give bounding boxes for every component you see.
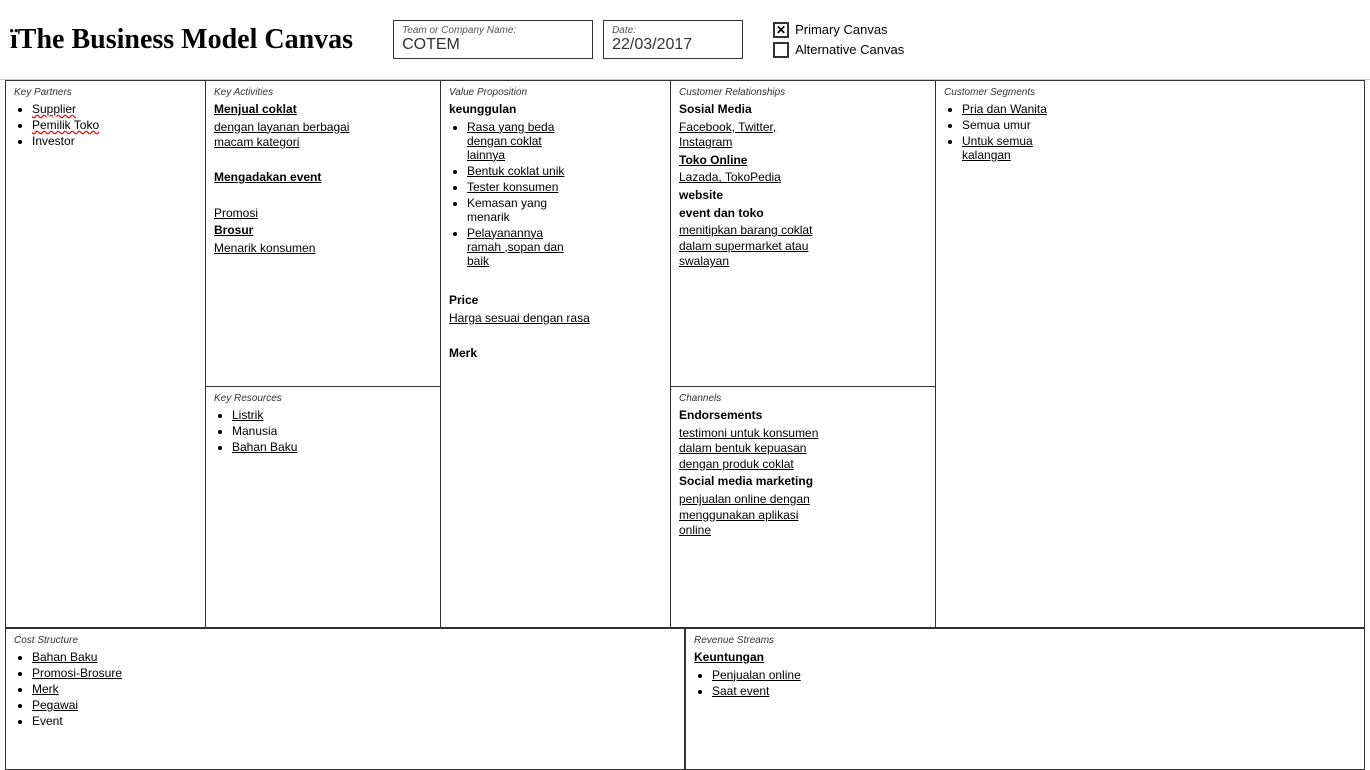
key-activities-resources-column: Key Activities Menjual coklat dengan lay… [206, 81, 441, 627]
list-item: Penjualan online [712, 668, 1356, 682]
list-item: Pegawai [32, 698, 676, 712]
cost-structure-cell: Cost Structure Bahan Baku Promosi-Brosur… [6, 629, 686, 769]
date-field[interactable]: Date: 22/03/2017 [603, 20, 743, 59]
rs-list: Penjualan online Saat event [694, 668, 1356, 698]
channels-line3: Social media marketing [679, 474, 927, 490]
channels-line2: testimoni untuk konsumendalam bentuk kep… [679, 426, 927, 473]
customer-relationships-cell: Customer Relationships Sosial Media Face… [671, 81, 935, 387]
header: ïThe Business Model Canvas Team or Compa… [0, 0, 1370, 80]
cr-header: Customer Relationships [679, 87, 927, 98]
value-proposition-header: Value Proposition [449, 87, 662, 98]
list-item: Pria dan Wanita [962, 102, 1356, 116]
cr-line7: menitipkan barang coklatdalam supermarke… [679, 223, 927, 270]
key-partners-cell: Key Partners Supplier Pemilik Toko Inves… [6, 81, 206, 627]
key-activities-line2: dengan layanan berbagaimacam kategori [214, 120, 432, 151]
list-item: Merk [32, 682, 676, 696]
vp-price: Price [449, 293, 662, 309]
vp-list: Rasa yang bedadengan coklatlainnya Bentu… [449, 120, 662, 268]
key-activities-spacer2 [214, 188, 432, 204]
list-item: Pemilik Toko [32, 118, 197, 132]
canvas-options: ✕ Primary Canvas Alternative Canvas [773, 22, 904, 58]
company-value: COTEM [402, 36, 584, 54]
customer-segments-cell: Customer Segments Pria dan Wanita Semua … [936, 81, 1364, 627]
key-activities-line3: Mengadakan event [214, 170, 432, 186]
cr-line4: Lazada, TokoPedia [679, 170, 927, 186]
key-resources-header: Key Resources [214, 393, 432, 404]
vp-spacer [449, 276, 662, 292]
primary-canvas-label: Primary Canvas [795, 22, 887, 37]
key-resources-list: Listrik Manusia Bahan Baku [214, 408, 432, 454]
revenue-streams-header: Revenue Streams [694, 635, 1356, 646]
list-item: Listrik [232, 408, 432, 422]
list-item: Pelayanannyaramah ,sopan danbaik [467, 226, 662, 268]
revenue-streams-cell: Revenue Streams Keuntungan Penjualan onl… [686, 629, 1364, 769]
alternative-canvas-checkbox[interactable] [773, 42, 789, 58]
key-activities-line6: Menarik konsumen [214, 241, 432, 257]
key-activities-cell: Key Activities Menjual coklat dengan lay… [206, 81, 440, 387]
date-label: Date: [612, 25, 734, 36]
cost-structure-header: Cost Structure [14, 635, 676, 646]
key-partners-header: Key Partners [14, 87, 197, 98]
key-activities-spacer1 [214, 153, 432, 169]
alternative-canvas-label: Alternative Canvas [795, 42, 904, 57]
app-title: ïThe Business Model Canvas [10, 24, 353, 56]
list-item: Saat event [712, 684, 1356, 698]
list-item: Untuk semuakalangan [962, 134, 1356, 162]
cr-line2: Facebook, Twitter,Instagram [679, 120, 927, 151]
key-partners-list: Supplier Pemilik Toko Investor [14, 102, 197, 148]
channels-line4: penjualan online denganmenggunakan aplik… [679, 492, 927, 539]
cr-line6: event dan toko [679, 206, 927, 222]
list-item: Tester konsumen [467, 180, 662, 194]
key-activities-header: Key Activities [214, 87, 432, 98]
value-proposition-cell: Value Proposition keunggulan Rasa yang b… [441, 81, 671, 627]
list-item: Bentuk coklat unik [467, 164, 662, 178]
list-item: Investor [32, 134, 197, 148]
cs-list: Pria dan Wanita Semua umur Untuk semuaka… [944, 102, 1356, 162]
key-activities-line5: Brosur [214, 223, 432, 239]
key-resources-cell: Key Resources Listrik Manusia Bahan Baku [206, 387, 440, 627]
canvas-bottom-row: Cost Structure Bahan Baku Promosi-Brosur… [6, 629, 1364, 769]
primary-canvas-checkbox[interactable]: ✕ [773, 22, 789, 38]
date-value: 22/03/2017 [612, 36, 734, 54]
list-item: Event [32, 714, 676, 728]
primary-canvas-option[interactable]: ✕ Primary Canvas [773, 22, 904, 38]
cr-line1: Sosial Media [679, 102, 927, 118]
vp-merk: Merk [449, 346, 662, 362]
list-item: Bahan Baku [232, 440, 432, 454]
company-field[interactable]: Team or Company Name: COTEM [393, 20, 593, 59]
rs-title: Keuntungan [694, 650, 1356, 666]
key-activities-line4: Promosi [214, 206, 432, 222]
canvas-top-row: Key Partners Supplier Pemilik Toko Inves… [6, 81, 1364, 629]
vp-price-desc: Harga sesuai dengan rasa [449, 311, 662, 327]
canvas-grid: Key Partners Supplier Pemilik Toko Inves… [5, 80, 1365, 770]
list-item: Bahan Baku [32, 650, 676, 664]
list-item: Semua umur [962, 118, 1356, 132]
list-item: Supplier [32, 102, 197, 116]
alternative-canvas-option[interactable]: Alternative Canvas [773, 42, 904, 58]
vp-spacer2 [449, 328, 662, 344]
channels-cell: Channels Endorsements testimoni untuk ko… [671, 387, 935, 627]
cost-structure-list: Bahan Baku Promosi-Brosure Merk Pegawai … [14, 650, 676, 728]
cr-channels-column: Customer Relationships Sosial Media Face… [671, 81, 936, 627]
list-item: Promosi-Brosure [32, 666, 676, 680]
channels-line1: Endorsements [679, 408, 927, 424]
key-activities-line1: Menjual coklat [214, 102, 432, 118]
list-item: Rasa yang bedadengan coklatlainnya [467, 120, 662, 162]
list-item: Kemasan yangmenarik [467, 196, 662, 224]
channels-header: Channels [679, 393, 927, 404]
list-item: Manusia [232, 424, 432, 438]
vp-keunggulan: keunggulan [449, 102, 662, 118]
header-fields: Team or Company Name: COTEM Date: 22/03/… [393, 20, 1360, 59]
cs-header: Customer Segments [944, 87, 1356, 98]
cr-line3: Toko Online [679, 153, 927, 169]
cr-line5: website [679, 188, 927, 204]
company-label: Team or Company Name: [402, 25, 584, 36]
